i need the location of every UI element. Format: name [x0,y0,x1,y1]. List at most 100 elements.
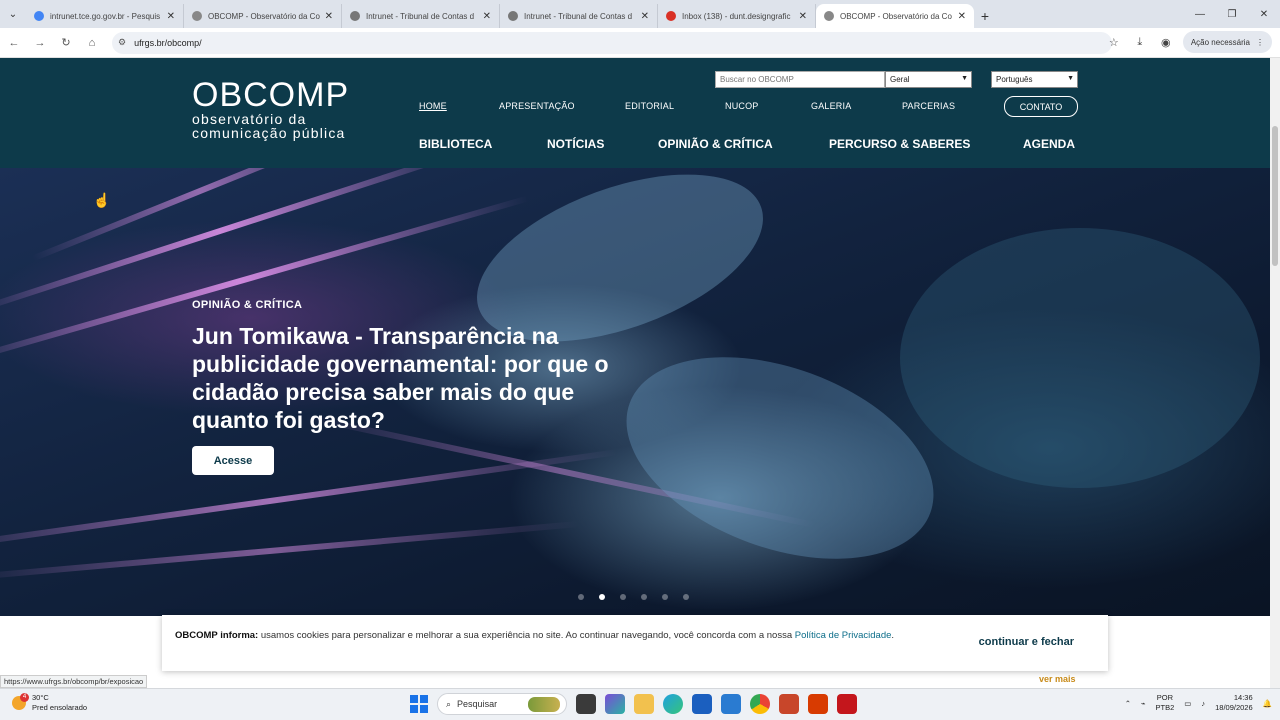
obcomp-logo[interactable]: OBCOMP observatório da comunicação públi… [192,78,349,140]
keyboard-layout: PTB2 [1155,703,1175,712]
office-icon[interactable] [808,694,828,714]
display-icon[interactable]: ▭ [1184,699,1191,708]
volume-icon[interactable]: ♪ [1201,699,1205,708]
ver-mais-link[interactable]: ver mais [1039,674,1076,684]
menu-home[interactable]: HOME [419,101,499,111]
tab-favicon-icon [666,11,676,21]
close-window-icon[interactable]: ✕ [1248,0,1280,28]
tab-favicon-icon [350,11,360,21]
carousel-dot[interactable] [578,594,584,600]
mouse-cursor-icon: ☝ [93,192,111,208]
browser-tab[interactable]: OBCOMP - Observatório da Co ✕ [816,4,974,28]
tab-close-icon[interactable]: ✕ [799,11,807,22]
forward-icon[interactable]: → [28,31,52,55]
menu-opiniao-critica[interactable]: OPINIÃO & CRÍTICA [658,137,829,151]
carousel-dot[interactable] [620,594,626,600]
store-icon[interactable] [692,694,712,714]
menu-galeria[interactable]: GALERIA [811,101,902,111]
tab-title: OBCOMP - Observatório da Co [208,11,320,21]
hero-access-button[interactable]: Acesse [192,446,274,475]
more-menu-icon[interactable]: ⋮ [1256,38,1264,47]
restore-icon[interactable]: ❐ [1216,0,1248,28]
chevron-up-icon[interactable]: ⌃ [1125,699,1131,708]
tab-close-icon[interactable]: ✕ [958,11,966,22]
tab-title: intrunet.tce.go.gov.br - Pesquis [50,11,161,21]
logo-line1: observatório da [192,111,307,127]
chevron-down-icon: ▼ [961,75,968,82]
weather-widget[interactable]: 4 30°C Pred ensolarado [12,693,87,713]
top-menu: HOME APRESENTAÇÃO EDITORIAL NUCOP GALERI… [419,101,972,111]
tab-close-icon[interactable]: ✕ [325,11,333,22]
site-settings-icon[interactable]: ⚙ [118,37,126,48]
windows-start-icon[interactable] [410,695,428,713]
new-tab-button[interactable]: + [974,4,996,28]
copilot-icon[interactable] [605,694,625,714]
network-icon[interactable]: ⌁ [1141,699,1146,708]
site-search-input[interactable] [715,71,885,88]
menu-percurso-saberes[interactable]: PERCURSO & SABERES [829,137,1023,151]
url-text: ufrgs.br/obcomp/ [134,37,202,48]
back-icon[interactable]: ← [2,31,26,55]
menu-noticias[interactable]: NOTÍCIAS [547,137,658,151]
task-view-icon[interactable] [576,694,596,714]
chrome-icon[interactable] [750,694,770,714]
browser-tab[interactable]: OBCOMP - Observatório da Co ✕ [184,4,342,28]
site-header: OBCOMP observatório da comunicação públi… [0,58,1270,168]
menu-apresentacao[interactable]: APRESENTAÇÃO [499,101,625,111]
tab-search-chevron-icon[interactable]: ⌄ [0,0,26,28]
main-menu: BIBLIOTECA NOTÍCIAS OPINIÃO & CRÍTICA PE… [419,137,1075,151]
powerpoint-icon[interactable] [779,694,799,714]
action-needed-label: Ação necessária [1190,37,1250,47]
browser-tab[interactable]: Inbox (138) - dunt.designgrafic ✕ [658,4,816,28]
carousel-dot[interactable] [641,594,647,600]
profile-icon[interactable]: ◉ [1157,31,1175,53]
address-bar[interactable]: ⚙ ufrgs.br/obcomp/ [112,31,1112,54]
browser-tab[interactable]: Intrunet - Tribunal de Contas d ✕ [342,4,500,28]
tab-close-icon[interactable]: ✕ [483,11,491,22]
contact-button[interactable]: CONTATO [1004,96,1078,117]
hero-title[interactable]: Jun Tomikawa - Transparência na publicid… [192,322,622,434]
menu-nucop[interactable]: NUCOP [725,101,811,111]
carousel-dots [578,594,689,600]
tab-title: OBCOMP - Observatório da Co [840,11,952,21]
menu-biblioteca[interactable]: BIBLIOTECA [419,137,547,151]
home-icon[interactable]: ⌂ [80,31,104,55]
search-highlight-icon [528,697,560,712]
tab-title: Intrunet - Tribunal de Contas d [366,11,475,21]
menu-agenda[interactable]: AGENDA [1023,137,1075,151]
download-icon[interactable]: ⤓ [1131,31,1149,53]
system-clock[interactable]: 14:36 18/09/2026 [1215,693,1253,713]
bookmark-star-icon[interactable]: ☆ [1105,31,1123,53]
reload-icon[interactable]: ↻ [54,31,78,55]
menu-editorial[interactable]: EDITORIAL [625,101,725,111]
acrobat-icon[interactable] [837,694,857,714]
page-scrollbar[interactable] [1270,58,1280,688]
search-scope-value: Geral [890,75,910,84]
scrollbar-thumb[interactable] [1272,126,1278,266]
carousel-dot[interactable] [683,594,689,600]
outlook-icon[interactable] [721,694,741,714]
action-needed-button[interactable]: Ação necessária ⋮ [1182,31,1272,53]
weather-sun-icon: 4 [12,693,29,710]
browser-toolbar: ← → ↻ ⌂ ⚙ ufrgs.br/obcomp/ ☆ ⤓ ◉ Ação ne… [0,28,1280,58]
minimize-icon[interactable]: — [1184,0,1216,28]
carousel-dot[interactable] [662,594,668,600]
notification-bell-icon[interactable]: 🔔 [1263,699,1272,708]
taskbar-search[interactable]: ⌕ Pesquisar [437,693,567,715]
privacy-policy-link[interactable]: Política de Privacidade [795,630,892,641]
tab-favicon-icon [192,11,202,21]
cookie-text: usamos cookies para personalizar e melho… [258,630,795,641]
edge-icon[interactable] [663,694,683,714]
menu-parcerias[interactable]: PARCERIAS [902,101,972,111]
carousel-dot[interactable] [599,594,605,600]
input-language[interactable]: POR PTB2 [1156,693,1175,713]
language-select[interactable]: Português ▼ [991,71,1078,88]
tab-close-icon[interactable]: ✕ [167,11,175,22]
browser-tab[interactable]: intrunet.tce.go.gov.br - Pesquis ✕ [26,4,184,28]
tab-close-icon[interactable]: ✕ [641,11,649,22]
hero-category[interactable]: OPINIÃO & CRÍTICA [192,299,302,311]
browser-tab[interactable]: Intrunet - Tribunal de Contas d ✕ [500,4,658,28]
search-scope-select[interactable]: Geral ▼ [885,71,972,88]
cookie-close-button[interactable]: continuar e fechar [979,635,1074,649]
file-explorer-icon[interactable] [634,694,654,714]
